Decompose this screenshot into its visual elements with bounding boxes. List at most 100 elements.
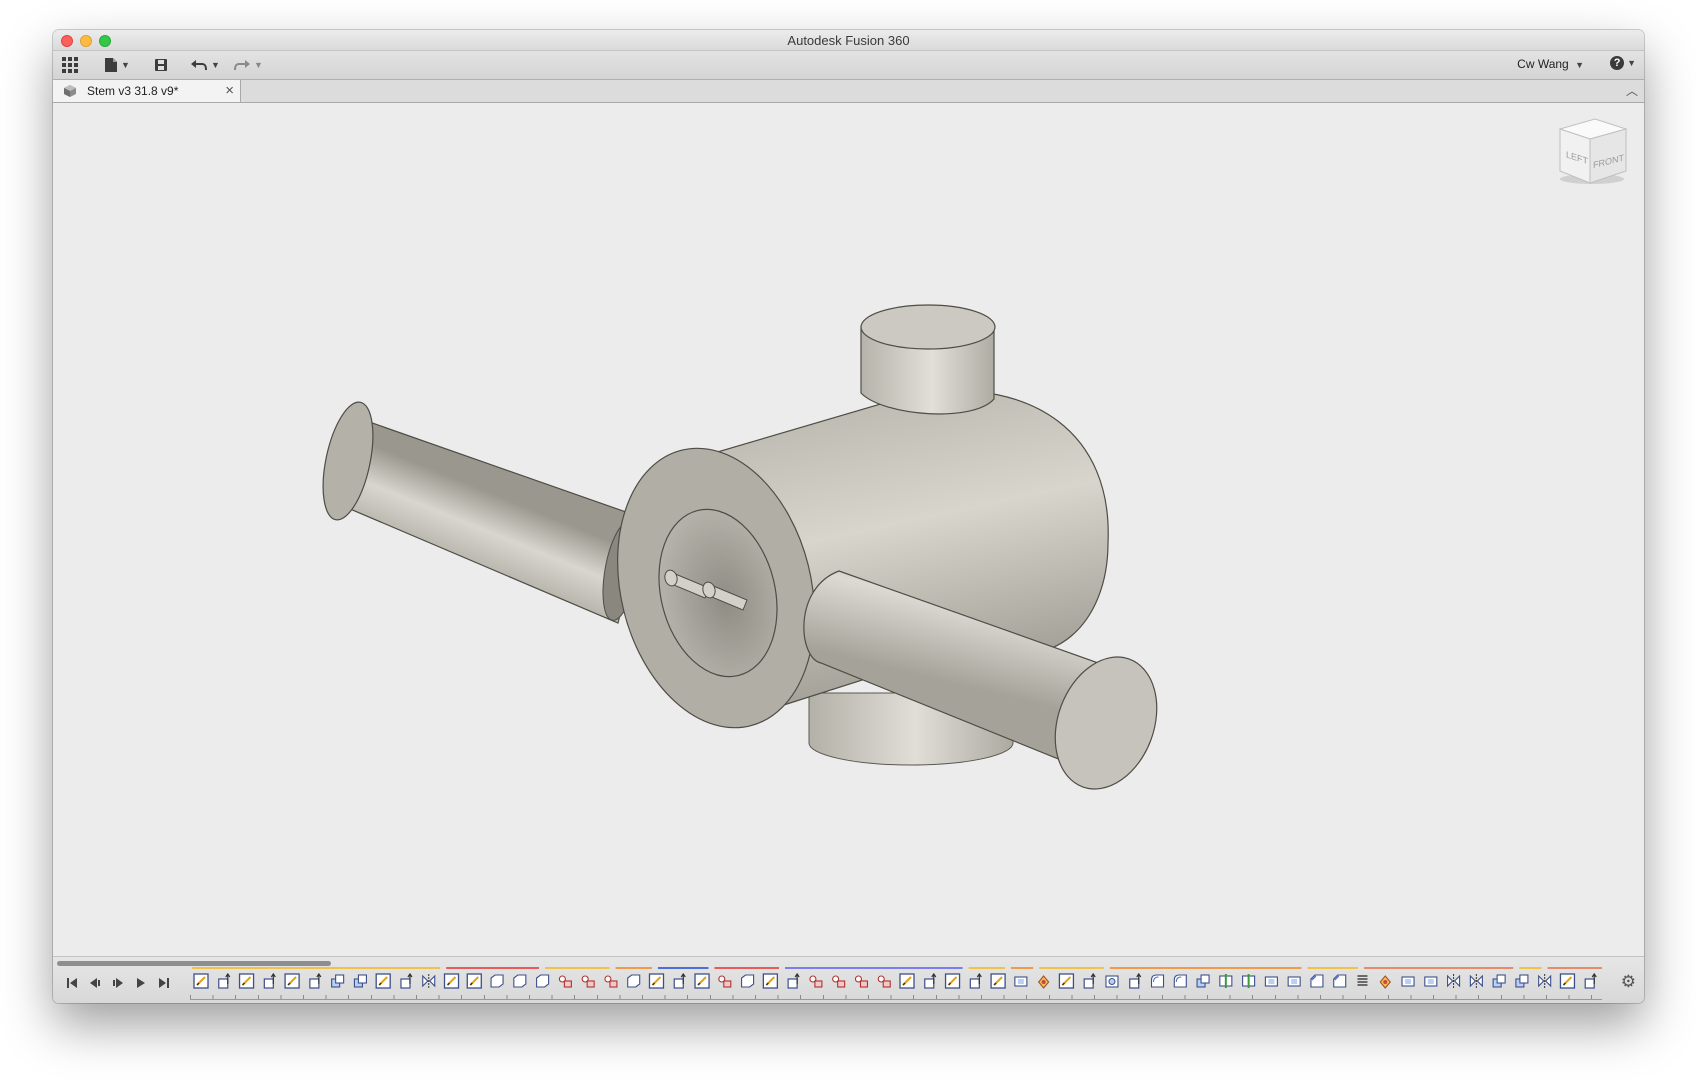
- timeline-group-11: [1307, 967, 1358, 969]
- step-back-icon: [89, 978, 100, 988]
- chevron-down-icon: ▼: [121, 60, 130, 70]
- timeline-feature-shell-icon[interactable]: [1401, 976, 1415, 987]
- timeline-feature-move-icon[interactable]: [581, 975, 595, 988]
- chevron-down-icon: ▼: [254, 60, 263, 70]
- timeline-feature-sketch-icon[interactable]: [990, 973, 1006, 989]
- chevron-down-icon: ▼: [211, 60, 220, 70]
- timeline-feature-move-icon[interactable]: [877, 975, 891, 988]
- timeline-feature-sketch-icon[interactable]: [762, 973, 779, 989]
- timeline-feature-shell-icon[interactable]: [1424, 976, 1438, 987]
- timeline-feature-combine-icon[interactable]: [1515, 974, 1529, 988]
- timeline-feature-extrude-icon[interactable]: [673, 972, 686, 989]
- timeline-feature-sketch-icon[interactable]: [1559, 973, 1576, 989]
- timeline-feature-split-icon[interactable]: [1219, 974, 1233, 988]
- timeline-feature-combine-icon[interactable]: [1196, 974, 1210, 988]
- timeline-feature-move-icon[interactable]: [809, 975, 823, 988]
- timeline-feature-move-icon[interactable]: [604, 975, 618, 988]
- timeline-group-7: [968, 967, 1005, 969]
- timeline-feature-mirror-icon[interactable]: [1469, 974, 1483, 988]
- step-forward-button[interactable]: [130, 973, 151, 993]
- timeline-feature-mirror-icon[interactable]: [422, 974, 436, 988]
- timeline-feature-sketch-icon[interactable]: [944, 973, 961, 989]
- timeline-feature-hole-icon[interactable]: [1105, 975, 1119, 988]
- timeline-feature-move-icon[interactable]: [832, 975, 846, 988]
- timeline-ruler: [190, 995, 1602, 1000]
- timeline-feature-sketch-icon[interactable]: [648, 973, 665, 989]
- timeline-feature-sketch-icon[interactable]: [193, 973, 209, 989]
- timeline-feature-sketch-icon[interactable]: [694, 973, 710, 989]
- chevron-up-icon[interactable]: ︿: [1626, 82, 1638, 99]
- timeline-feature-extrude-icon[interactable]: [309, 972, 322, 989]
- file-menu-button[interactable]: ▼: [104, 55, 130, 75]
- timeline-feature-extrude-icon[interactable]: [1083, 972, 1096, 989]
- timeline-feature-box-icon[interactable]: [627, 974, 641, 988]
- save-button[interactable]: [154, 55, 168, 75]
- timeline-feature-box-icon[interactable]: [536, 974, 550, 988]
- timeline-feature-shell-icon[interactable]: [1014, 976, 1028, 987]
- skip-to-start-icon: [66, 978, 77, 988]
- timeline-feature-sketch-icon[interactable]: [466, 973, 482, 989]
- step-back-button[interactable]: [84, 973, 105, 993]
- timeline-feature-extrude-icon[interactable]: [263, 972, 276, 989]
- timeline-group-0: [192, 967, 441, 969]
- timeline-feature-box-icon[interactable]: [741, 974, 755, 988]
- timeline-feature-combine-icon[interactable]: [353, 974, 367, 988]
- timeline-feature-sketch-icon[interactable]: [238, 973, 255, 989]
- help-menu[interactable]: ? ▼: [1610, 56, 1636, 70]
- timeline-transport: [61, 973, 174, 993]
- timeline-feature-fillet-icon[interactable]: [1150, 974, 1165, 988]
- timeline-feature-extrude-icon[interactable]: [924, 972, 937, 989]
- document-tab-bar: Stem v3 31.8 v9* × ︿: [53, 80, 1644, 103]
- timeline-feature-extrude-icon[interactable]: [1584, 972, 1597, 989]
- timeline-feature-sketch-icon[interactable]: [443, 973, 460, 989]
- data-panel-button[interactable]: [61, 55, 79, 75]
- timeline-feature-extrude-icon[interactable]: [969, 972, 982, 989]
- timeline-feature-sketch-icon[interactable]: [375, 973, 391, 989]
- model-render: [322, 304, 1158, 790]
- timeline-feature-combine-icon[interactable]: [331, 974, 345, 988]
- timeline-feature-chamfer-icon[interactable]: [1333, 974, 1347, 988]
- timeline-feature-move-icon[interactable]: [558, 975, 572, 988]
- play-button[interactable]: [107, 973, 128, 993]
- design-icon: [64, 85, 76, 97]
- timeline-feature-sketch-icon[interactable]: [1058, 973, 1075, 989]
- timeline-feature-fillet-icon[interactable]: [1173, 974, 1187, 988]
- timeline-feature-mirror-icon[interactable]: [1447, 974, 1461, 988]
- viewcube[interactable]: LEFT FRONT: [1550, 117, 1632, 194]
- timeline-feature-sketch-icon[interactable]: [899, 973, 915, 989]
- timeline-feature-box-icon[interactable]: [490, 974, 504, 988]
- undo-button[interactable]: ▼: [190, 55, 220, 75]
- timeline-feature-appearance-icon[interactable]: [1037, 975, 1050, 989]
- timeline-group-6: [785, 967, 963, 969]
- timeline-feature-split-icon[interactable]: [1242, 974, 1256, 988]
- timeline-feature-extrude-icon[interactable]: [787, 972, 800, 989]
- timeline-group-14: [1547, 967, 1602, 969]
- close-icon[interactable]: ×: [225, 82, 234, 99]
- timeline-feature-appearance-icon[interactable]: [1379, 975, 1391, 989]
- timeline-feature-extrude-icon[interactable]: [400, 972, 413, 989]
- timeline-feature-coil-icon[interactable]: [1357, 975, 1368, 986]
- timeline-feature-mirror-icon[interactable]: [1538, 974, 1552, 988]
- timeline-feature-extrude-icon[interactable]: [218, 972, 231, 989]
- timeline-group-5: [714, 967, 780, 969]
- timeline-feature-shell-icon[interactable]: [1287, 976, 1301, 987]
- timeline-feature-move-icon[interactable]: [718, 975, 732, 988]
- timeline-group-2: [545, 967, 610, 969]
- timeline-feature-chamfer-icon[interactable]: [1310, 974, 1324, 988]
- 3d-viewport[interactable]: LEFT FRONT: [53, 103, 1644, 957]
- timeline-feature-sketch-icon[interactable]: [284, 973, 300, 989]
- timeline-feature-extrude-icon[interactable]: [1129, 972, 1142, 989]
- skip-to-end-button[interactable]: [153, 973, 174, 993]
- user-menu[interactable]: Cw Wang ▼: [1517, 57, 1584, 71]
- timeline-group-8: [1010, 967, 1034, 969]
- timeline-feature-shell-icon[interactable]: [1264, 976, 1278, 987]
- document-tab[interactable]: Stem v3 31.8 v9* ×: [53, 80, 241, 102]
- window-title: Autodesk Fusion 360: [787, 33, 910, 48]
- timeline-feature-move-icon[interactable]: [854, 975, 869, 988]
- timeline-feature-box-icon[interactable]: [513, 974, 527, 988]
- skip-to-start-button[interactable]: [61, 973, 82, 993]
- timeline-feature-combine-icon[interactable]: [1492, 974, 1506, 988]
- gear-icon[interactable]: ⚙: [1621, 972, 1636, 992]
- timeline-group-12: [1363, 967, 1514, 969]
- redo-button[interactable]: ▼: [233, 55, 263, 75]
